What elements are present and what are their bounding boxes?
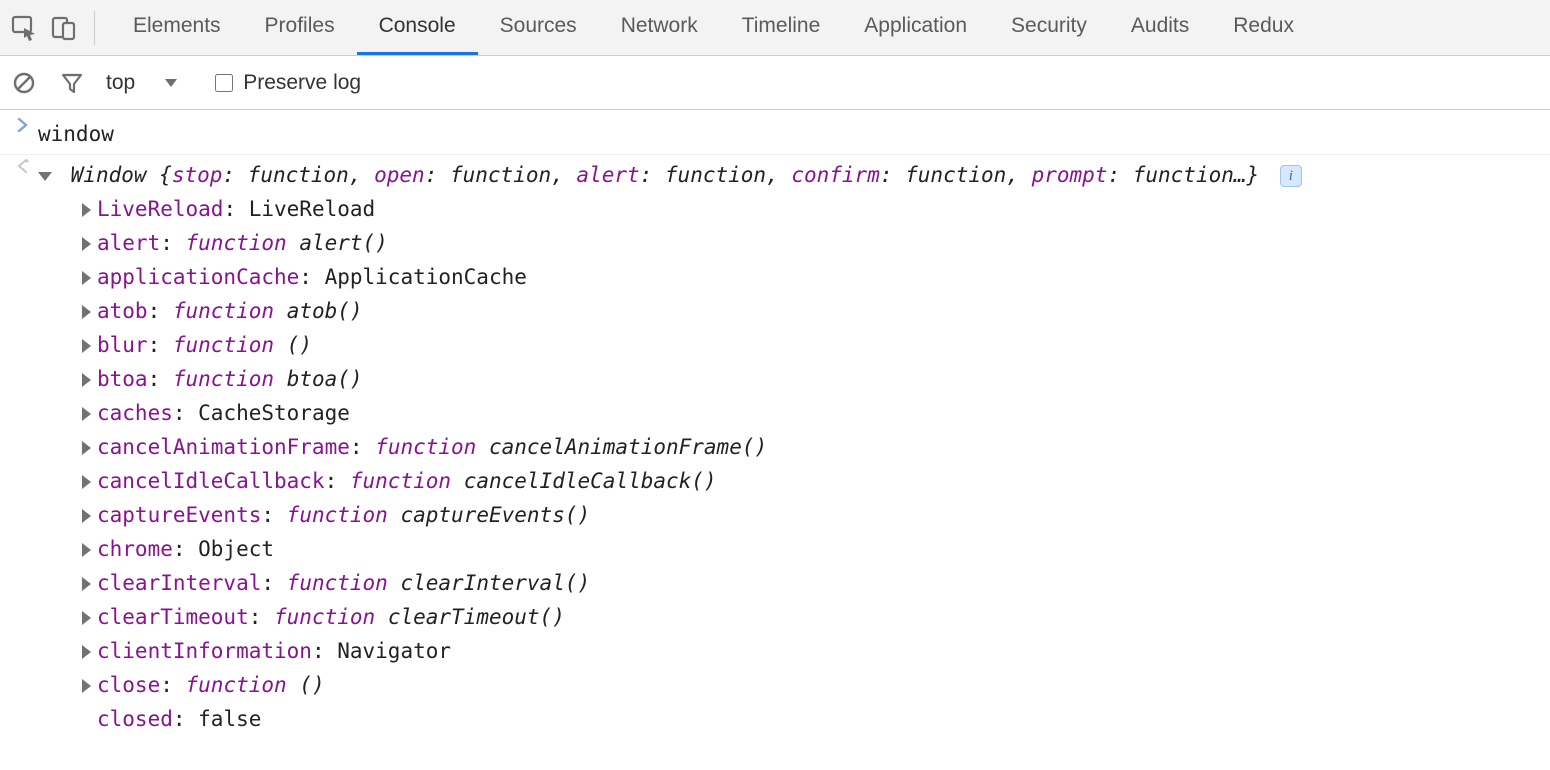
divider <box>0 154 1550 155</box>
expand-icon[interactable] <box>82 543 91 557</box>
devtools-tabbar: ElementsProfilesConsoleSourcesNetworkTim… <box>0 0 1550 56</box>
info-icon[interactable]: i <box>1280 165 1302 187</box>
expand-icon[interactable] <box>82 475 91 489</box>
device-toolbar-icon[interactable] <box>50 14 78 42</box>
tab-audits[interactable]: Audits <box>1109 0 1211 55</box>
property-alert[interactable]: alert: function alert() <box>72 226 1542 260</box>
tab-console[interactable]: Console <box>357 0 478 55</box>
expand-icon[interactable] <box>82 509 91 523</box>
property-atob[interactable]: atob: function atob() <box>72 294 1542 328</box>
preserve-log-checkbox[interactable]: Preserve log <box>215 71 361 95</box>
property-chrome[interactable]: chrome: Object <box>72 532 1542 566</box>
property-closed[interactable]: closed: false <box>72 702 1542 736</box>
preserve-log-input[interactable] <box>215 74 233 92</box>
tab-timeline[interactable]: Timeline <box>720 0 843 55</box>
output-icon <box>8 158 38 174</box>
expand-icon[interactable] <box>82 271 91 285</box>
prompt-icon <box>8 117 38 133</box>
property-clearTimeout[interactable]: clearTimeout: function clearTimeout() <box>72 600 1542 634</box>
expand-icon[interactable] <box>82 305 91 319</box>
expand-icon[interactable] <box>82 577 91 591</box>
property-caches[interactable]: caches: CacheStorage <box>72 396 1542 430</box>
tab-redux[interactable]: Redux <box>1211 0 1316 55</box>
property-list: LiveReload: LiveReloadalert: function al… <box>38 192 1542 736</box>
filter-icon[interactable] <box>58 69 86 97</box>
property-captureEvents[interactable]: captureEvents: function captureEvents() <box>72 498 1542 532</box>
expand-icon[interactable] <box>82 679 91 693</box>
preserve-log-label: Preserve log <box>243 71 361 95</box>
expand-icon[interactable] <box>82 373 91 387</box>
console-output-row: Window {stop: function, open: function, … <box>0 157 1550 737</box>
expand-icon[interactable] <box>82 339 91 353</box>
expand-toggle-icon[interactable] <box>38 172 52 181</box>
property-blur[interactable]: blur: function () <box>72 328 1542 362</box>
property-btoa[interactable]: btoa: function btoa() <box>72 362 1542 396</box>
tab-elements[interactable]: Elements <box>111 0 243 55</box>
property-close[interactable]: close: function () <box>72 668 1542 702</box>
expand-icon[interactable] <box>82 407 91 421</box>
expand-icon[interactable] <box>82 645 91 659</box>
clear-console-icon[interactable] <box>10 69 38 97</box>
context-label: top <box>106 71 135 95</box>
property-clearInterval[interactable]: clearInterval: function clearInterval() <box>72 566 1542 600</box>
console-output: window Window {stop: function, open: fun… <box>0 110 1550 743</box>
tab-network[interactable]: Network <box>599 0 720 55</box>
property-applicationCache[interactable]: applicationCache: ApplicationCache <box>72 260 1542 294</box>
summary-text: Window {stop: function, open: function, … <box>71 163 1260 187</box>
input-text: window <box>38 117 1542 151</box>
property-LiveReload[interactable]: LiveReload: LiveReload <box>72 192 1542 226</box>
expand-icon[interactable] <box>82 203 91 217</box>
context-selector[interactable]: top <box>106 71 187 95</box>
tab-security[interactable]: Security <box>989 0 1109 55</box>
expand-icon[interactable] <box>82 237 91 251</box>
object-summary[interactable]: Window {stop: function, open: function, … <box>38 158 1542 192</box>
tab-application[interactable]: Application <box>842 0 989 55</box>
expand-icon[interactable] <box>82 441 91 455</box>
property-cancelAnimationFrame[interactable]: cancelAnimationFrame: function cancelAni… <box>72 430 1542 464</box>
tab-profiles[interactable]: Profiles <box>243 0 357 55</box>
expand-icon[interactable] <box>82 611 91 625</box>
property-cancelIdleCallback[interactable]: cancelIdleCallback: function cancelIdleC… <box>72 464 1542 498</box>
separator <box>94 11 95 45</box>
property-clientInformation[interactable]: clientInformation: Navigator <box>72 634 1542 668</box>
console-input-row[interactable]: window <box>0 116 1550 152</box>
console-toolbar: top Preserve log <box>0 56 1550 110</box>
tab-sources[interactable]: Sources <box>478 0 599 55</box>
tab-strip: ElementsProfilesConsoleSourcesNetworkTim… <box>111 0 1316 55</box>
inspect-element-icon[interactable] <box>10 14 38 42</box>
